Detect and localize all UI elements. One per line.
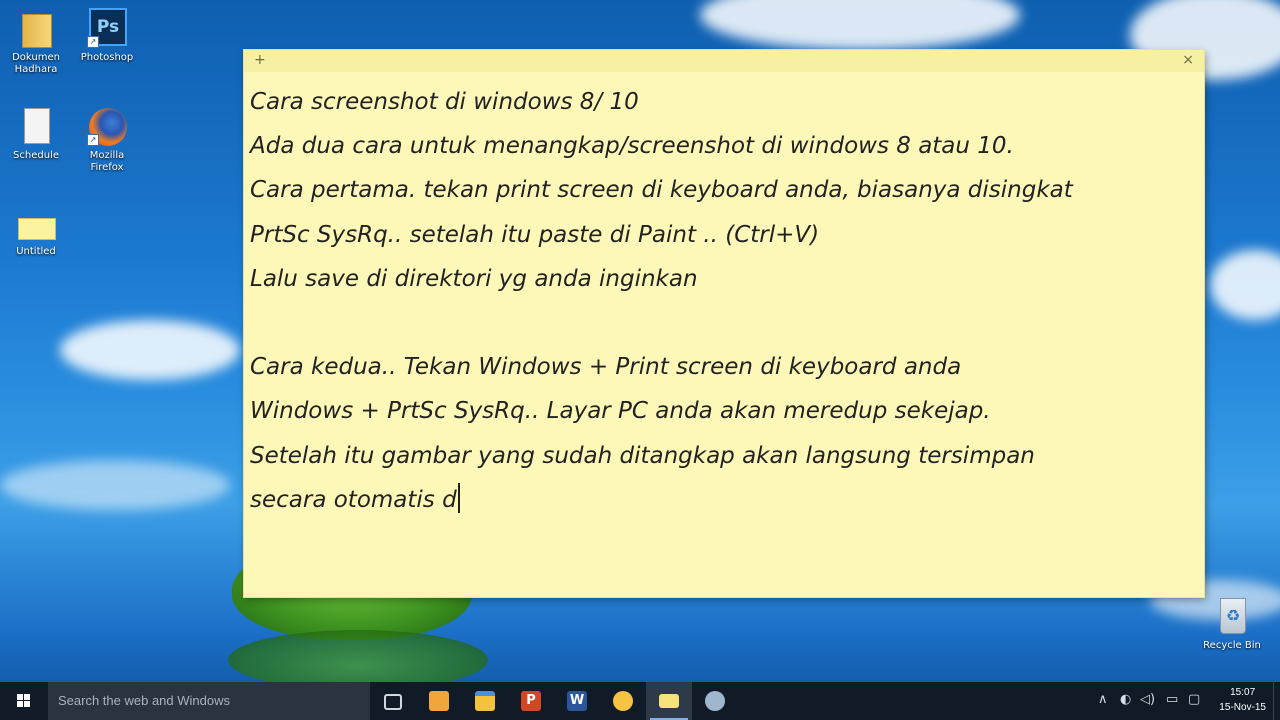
sticky-note-title-bar[interactable]: + × — [244, 50, 1204, 72]
cloud — [60, 320, 240, 380]
search-box[interactable]: Search the web and Windows — [48, 682, 370, 720]
show-hidden-icons-icon[interactable]: ∧ — [1098, 692, 1108, 707]
desktop-icon-label: Schedule — [13, 150, 59, 161]
cloud — [700, 0, 1020, 50]
desktop-icon-label: Photoshop — [80, 52, 134, 63]
start-button[interactable] — [0, 682, 48, 720]
clock-date: 15-Nov-15 — [1219, 702, 1266, 713]
network-icon[interactable]: ◐ — [1120, 692, 1131, 707]
note-line: Cara screenshot di windows 8/ 10 — [250, 89, 639, 115]
clock-time: 15:07 — [1230, 687, 1256, 698]
note-line: Setelah itu gambar yang sudah ditangkap … — [250, 442, 1035, 469]
add-note-icon[interactable]: + — [254, 52, 266, 68]
keyboard-icon[interactable]: ▭ — [1166, 692, 1178, 707]
note-line-active: secara otomatis d — [250, 478, 1204, 522]
volume-icon[interactable]: ◁) — [1140, 692, 1155, 707]
windows-logo-icon — [17, 694, 31, 708]
desktop-icon-firefox[interactable]: ↗ Mozilla Firefox — [75, 106, 139, 174]
app-icon — [429, 691, 449, 711]
folder-icon — [16, 8, 56, 48]
desktop-icon-label: Recycle Bin — [1203, 640, 1261, 651]
document-icon — [16, 106, 56, 146]
powerpoint-icon: P — [521, 691, 541, 711]
folder-icon — [475, 691, 495, 711]
task-view-icon — [384, 694, 402, 710]
sticky-note-text-area[interactable]: Cara screenshot di windows 8/ 10 Ada dua… — [244, 72, 1204, 522]
desktop-icon-label: Dokumen Hadhara — [12, 52, 60, 75]
task-view-button[interactable] — [370, 682, 416, 720]
taskbar-powerpoint[interactable]: P — [508, 682, 554, 720]
sticky-note[interactable]: + × Cara screenshot di windows 8/ 10 Ada… — [244, 50, 1204, 597]
desktop-icon-schedule[interactable]: Schedule — [4, 106, 68, 162]
close-icon[interactable]: × — [1182, 52, 1194, 68]
note-line: Windows + PrtSc SysRq.. Layar PC anda ak… — [250, 398, 991, 425]
shortcut-arrow-icon: ↗ — [87, 36, 99, 48]
show-desktop-button[interactable] — [1273, 682, 1280, 720]
gear-icon — [705, 691, 725, 711]
note-line: Cara pertama. tekan print screen di keyb… — [250, 177, 1073, 204]
taskbar-file-explorer[interactable] — [462, 682, 508, 720]
desktop-icon-label: Mozilla Firefox — [89, 150, 125, 173]
cloud — [1210, 250, 1280, 320]
recycle-bin-icon: ♻ — [1212, 596, 1252, 636]
cloud — [0, 460, 230, 510]
app-icon — [613, 691, 633, 711]
note-line-text: secara otomatis d — [250, 486, 457, 513]
desktop-icon-photoshop[interactable]: Ps ↗ Photoshop — [75, 8, 139, 64]
desktop-icon-label: Untitled — [16, 246, 56, 257]
taskbar-settings[interactable] — [692, 682, 738, 720]
desktop-icon-untitled[interactable]: Untitled — [4, 212, 68, 258]
taskbar-word[interactable]: W — [554, 682, 600, 720]
taskbar: Search the web and Windows P W ∧ ◐ ◁) ▭ … — [0, 682, 1280, 720]
taskbar-app-yellow[interactable] — [600, 682, 646, 720]
message-icon[interactable]: ▢ — [1188, 692, 1200, 707]
photoshop-icon: Ps ↗ — [87, 8, 127, 48]
note-line: Ada dua cara untuk menangkap/screenshot … — [250, 133, 1014, 160]
search-placeholder: Search the web and Windows — [58, 693, 230, 708]
desktop-icon-dokumen[interactable]: Dokumen Hadhara — [4, 8, 68, 76]
note-line: Cara kedua.. Tekan Windows + Print scree… — [250, 354, 962, 381]
taskbar-app-1[interactable] — [416, 682, 462, 720]
note-line: Lalu save di direktori yg anda inginkan — [250, 265, 698, 292]
clock[interactable]: 15:07 15-Nov-15 — [1219, 685, 1266, 715]
shortcut-arrow-icon: ↗ — [87, 134, 99, 146]
desktop-icon-recycle-bin[interactable]: ♻ Recycle Bin — [1200, 596, 1264, 652]
taskbar-sticky-notes[interactable] — [646, 682, 692, 720]
sticky-notes-icon — [659, 694, 679, 708]
leaf-reflection — [228, 630, 488, 690]
text-caret — [457, 482, 460, 513]
note-line: PrtSc SysRq.. setelah itu paste di Paint… — [250, 221, 820, 248]
sticky-notes-icon — [16, 212, 56, 242]
firefox-icon: ↗ — [87, 106, 127, 146]
word-icon: W — [567, 691, 587, 711]
note-line — [250, 301, 1204, 345]
